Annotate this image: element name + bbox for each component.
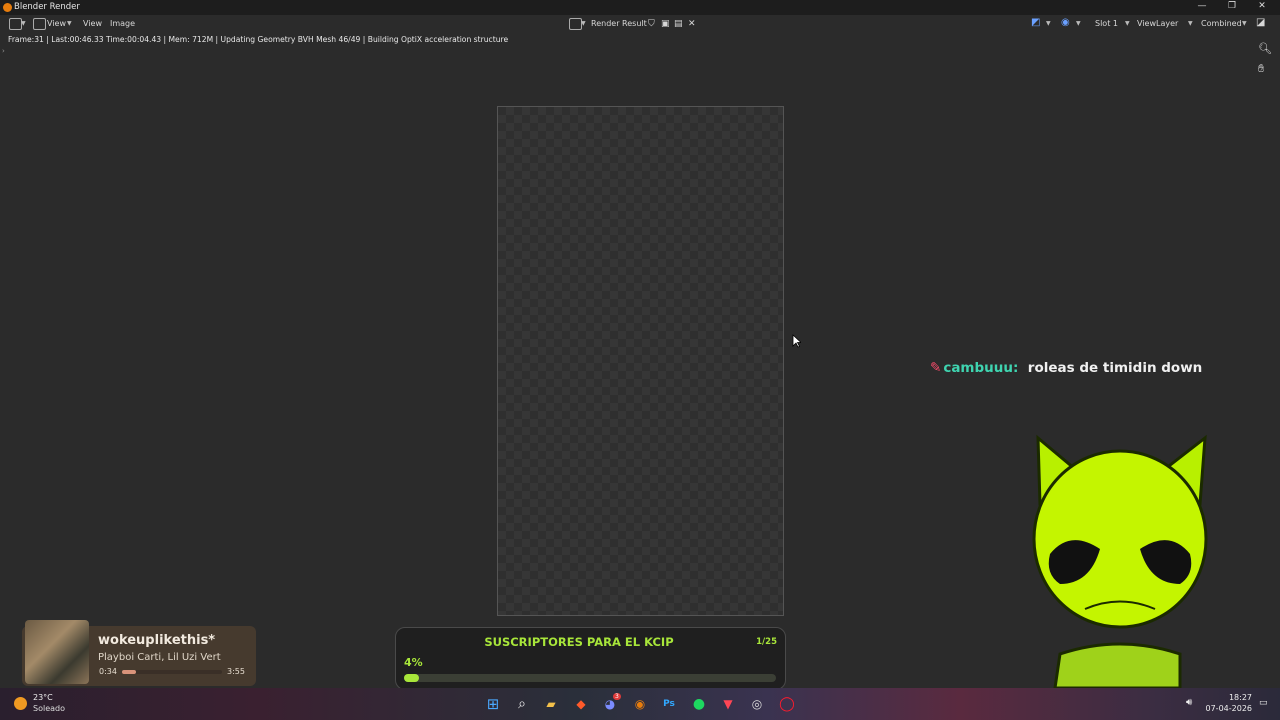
image-name-field[interactable]: Render Result (591, 19, 647, 28)
sidebar-toggle-icon[interactable]: ◪ (1256, 17, 1265, 28)
song-duration: 3:55 (227, 667, 245, 676)
song-progress-bar (122, 670, 222, 674)
fake-user-shield-icon[interactable]: ⛉ (648, 19, 655, 29)
song-progress-fill (122, 670, 136, 674)
notification-center-icon[interactable]: ▭ (1259, 698, 1268, 708)
chevron-down-icon[interactable]: ▼ (581, 20, 586, 27)
discord-notification-badge: 3 (613, 693, 621, 700)
pan-hand-icon[interactable]: ✋︎ (1258, 62, 1264, 76)
render-result-canvas[interactable] (497, 106, 784, 616)
goal-progress-fill (404, 674, 419, 682)
search-icon[interactable]: ⌕ (513, 695, 531, 713)
window-titlebar: Blender Render — ❐ ✕ (0, 0, 1280, 15)
window-title: Blender Render (14, 2, 80, 12)
chevron-down-icon[interactable]: ▼ (1125, 20, 1130, 27)
chevron-down-icon[interactable]: ▼ (1076, 20, 1081, 27)
overlay-icon[interactable]: ◉ (1061, 17, 1070, 28)
chevron-down-icon[interactable]: ▼ (1188, 20, 1193, 27)
chevron-down-icon[interactable]: ▼ (67, 20, 72, 27)
menu-view-mode[interactable]: View (47, 19, 66, 28)
editor-type-dropdown-icon[interactable]: ▼ (21, 20, 26, 27)
open-image-folder-icon[interactable]: ▤ (674, 19, 683, 29)
goal-progress-bar (404, 674, 776, 682)
close-button[interactable]: ✕ (1253, 1, 1271, 11)
file-explorer-icon[interactable]: ▰ (542, 695, 560, 713)
app-icon[interactable]: ◎ (748, 695, 766, 713)
album-art (25, 620, 89, 684)
valorant-icon[interactable]: ▼ (719, 695, 737, 713)
goal-count: 1/25 (756, 637, 777, 647)
render-pass-select[interactable]: Combined (1201, 19, 1242, 28)
taskbar-date[interactable]: 07-04-2026 (1200, 704, 1253, 713)
mascot-cat-illustration (1032, 434, 1208, 688)
render-status-text: Frame:31 | Last:00:46.33 Time:00:04.43 |… (8, 35, 509, 44)
toolbar-expand-icon[interactable]: › (2, 47, 5, 55)
menu-view[interactable]: View (83, 19, 102, 28)
weather-condition[interactable]: Soleado (33, 704, 65, 713)
restore-button[interactable]: ❐ (1223, 1, 1241, 11)
chat-text: roleas de timidin down (1027, 360, 1203, 376)
goal-percent: 4% (404, 656, 423, 669)
weather-sun-icon[interactable] (14, 697, 27, 710)
menu-image[interactable]: Image (110, 19, 135, 28)
unlink-image-icon[interactable]: ✕ (688, 19, 696, 29)
blender-icon[interactable]: ◉ (631, 695, 649, 713)
chevron-down-icon[interactable]: ▼ (1046, 20, 1051, 27)
chat-message: ✎ cambuuu: roleas de timidin down (930, 360, 1202, 376)
minimize-button[interactable]: — (1193, 1, 1211, 11)
new-image-icon[interactable]: ▣ (661, 19, 670, 29)
chat-badge-icon: ✎ (930, 360, 942, 376)
now-playing-widget: wokeuplikethis* Playboi Carti, Lil Uzi V… (22, 620, 256, 686)
brave-browser-icon[interactable]: ◆ (572, 695, 590, 713)
zoom-icon[interactable]: 🔍︎ (1258, 42, 1272, 55)
spotify-icon[interactable]: ● (690, 695, 708, 713)
display-channels-icon[interactable]: ◩ (1031, 17, 1040, 28)
opera-gx-icon[interactable]: ◯ (778, 695, 796, 713)
weather-temperature[interactable]: 23°C (33, 693, 53, 702)
blender-logo-icon (3, 3, 12, 12)
song-title: wokeuplikethis* (98, 633, 216, 648)
chat-username: cambuuu: (943, 360, 1019, 376)
taskbar-time[interactable]: 18:27 (1208, 693, 1252, 702)
goal-title: SUSCRIPTORES PARA EL KCIP (484, 635, 674, 649)
render-slot-select[interactable]: Slot 1 (1095, 19, 1118, 28)
song-artist: Playboi Carti, Lil Uzi Vert (98, 652, 221, 663)
volume-icon[interactable]: 🔊︎ (1186, 697, 1192, 708)
view-mode-icon[interactable] (33, 18, 46, 30)
photoshop-icon[interactable]: Ps (660, 695, 678, 713)
elapsed-time: 0:34 (99, 667, 117, 676)
chevron-down-icon[interactable]: ▼ (1242, 20, 1247, 27)
view-layer-select[interactable]: ViewLayer (1137, 19, 1178, 28)
mouse-cursor-icon (792, 334, 801, 348)
subscriber-goal-widget: SUSCRIPTORES PARA EL KCIP 1/25 4% (395, 627, 786, 690)
windows-start-icon[interactable]: ⊞ (484, 695, 502, 713)
